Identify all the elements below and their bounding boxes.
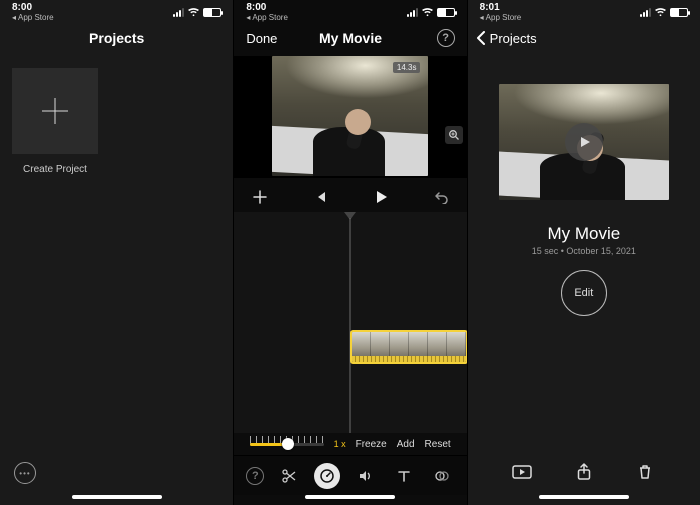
create-project-tile[interactable] bbox=[12, 68, 98, 154]
home-indicator[interactable] bbox=[72, 495, 162, 499]
status-time: 8:00 bbox=[246, 3, 288, 13]
timestamp-chip: 14.3s bbox=[393, 62, 421, 73]
help-button[interactable]: ? bbox=[437, 29, 455, 47]
status-bar: 8:00 App Store bbox=[0, 0, 233, 20]
skip-start-button[interactable] bbox=[310, 187, 330, 207]
speed-slider[interactable] bbox=[250, 434, 323, 454]
reset-button[interactable]: Reset bbox=[425, 439, 451, 450]
status-bar: 8:00 App Store bbox=[234, 0, 466, 20]
editor-pane: 8:00 App Store Done My Movie ? 14.3s bbox=[233, 0, 466, 505]
cell-signal-icon bbox=[173, 8, 184, 17]
wifi-icon bbox=[655, 8, 666, 17]
audio-waveform bbox=[352, 356, 466, 362]
filters-tool[interactable] bbox=[429, 463, 455, 489]
play-icon bbox=[576, 134, 592, 150]
magnifier-icon bbox=[448, 129, 460, 141]
speed-value: 1 x bbox=[334, 439, 346, 449]
cell-signal-icon bbox=[407, 8, 418, 17]
project-detail-pane: 8:01 App Store Projects My Movie 1 bbox=[467, 0, 700, 505]
playhead-line[interactable] bbox=[350, 218, 351, 433]
plus-icon bbox=[42, 98, 68, 124]
speaker-icon bbox=[357, 468, 373, 484]
battery-icon bbox=[670, 8, 688, 17]
video-preview[interactable]: 14.3s bbox=[272, 56, 428, 176]
speedometer-icon bbox=[319, 468, 335, 484]
cell-signal-icon bbox=[640, 8, 651, 17]
chevron-left-icon bbox=[476, 31, 486, 45]
editor-title: My Movie bbox=[319, 30, 382, 46]
editor-header: Done My Movie ? bbox=[234, 20, 466, 56]
play-overlay[interactable] bbox=[565, 123, 603, 161]
cut-tool[interactable] bbox=[276, 463, 302, 489]
projects-header-title: Projects bbox=[89, 30, 144, 46]
volume-tool[interactable] bbox=[352, 463, 378, 489]
delete-button[interactable] bbox=[634, 461, 656, 483]
status-time: 8:00 bbox=[12, 3, 54, 13]
back-label: Projects bbox=[490, 31, 537, 46]
speed-tool[interactable] bbox=[314, 463, 340, 489]
help-button[interactable]: ? bbox=[246, 467, 264, 485]
undo-button[interactable] bbox=[431, 187, 451, 207]
detail-header: Projects bbox=[468, 20, 700, 56]
edit-button[interactable]: Edit bbox=[561, 270, 607, 316]
video-clip[interactable] bbox=[350, 330, 466, 364]
titles-tool[interactable] bbox=[391, 463, 417, 489]
transport-bar bbox=[234, 182, 466, 212]
more-options-button[interactable]: ••• bbox=[14, 462, 36, 484]
text-icon bbox=[397, 469, 411, 483]
detail-footer bbox=[468, 449, 700, 495]
home-indicator[interactable] bbox=[305, 495, 395, 499]
battery-icon bbox=[203, 8, 221, 17]
battery-icon bbox=[437, 8, 455, 17]
done-button[interactable]: Done bbox=[246, 31, 277, 46]
create-project-label: Create Project bbox=[12, 164, 98, 175]
wifi-icon bbox=[188, 8, 199, 17]
scissors-icon bbox=[281, 468, 297, 484]
play-fullscreen-button[interactable] bbox=[511, 461, 533, 483]
back-button[interactable]: Projects bbox=[476, 31, 537, 46]
project-thumbnail[interactable] bbox=[499, 84, 669, 200]
project-meta: 15 sec • October 15, 2021 bbox=[468, 246, 700, 256]
add-media-button[interactable] bbox=[250, 187, 270, 207]
editor-toolbar: ? bbox=[234, 455, 466, 495]
status-time: 8:01 bbox=[480, 3, 522, 13]
project-title: My Movie bbox=[468, 224, 700, 244]
share-button[interactable] bbox=[573, 461, 595, 483]
zoom-button[interactable] bbox=[445, 126, 463, 144]
add-button[interactable]: Add bbox=[397, 439, 415, 450]
play-button[interactable] bbox=[371, 187, 391, 207]
status-bar: 8:01 App Store bbox=[468, 0, 700, 20]
timeline[interactable] bbox=[234, 212, 466, 433]
home-indicator[interactable] bbox=[539, 495, 629, 499]
wifi-icon bbox=[422, 8, 433, 17]
freeze-button[interactable]: Freeze bbox=[356, 439, 387, 450]
projects-header: Projects bbox=[0, 20, 233, 56]
projects-pane: 8:00 App Store Projects Create Project •… bbox=[0, 0, 233, 505]
speed-controls: 1 x Freeze Add Reset bbox=[234, 433, 466, 455]
overlap-circles-icon bbox=[434, 468, 450, 484]
